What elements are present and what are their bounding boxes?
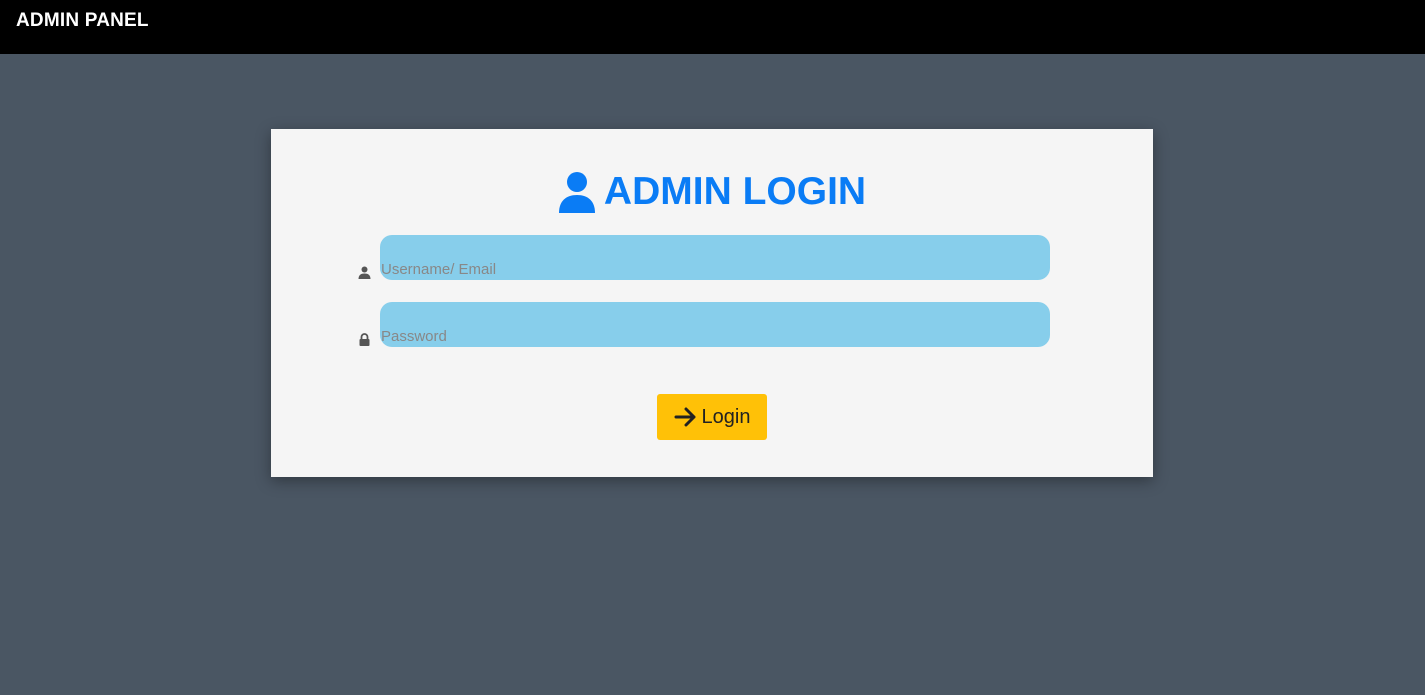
lock-icon xyxy=(359,333,370,346)
password-input[interactable] xyxy=(380,302,1050,347)
user-icon xyxy=(558,172,595,213)
login-heading-text: ADMIN LOGIN xyxy=(603,170,867,213)
top-bar: ADMIN PANEL xyxy=(0,0,1425,54)
login-heading: ADMIN LOGIN xyxy=(271,170,1153,213)
password-placeholder: Password xyxy=(381,328,447,345)
login-button-label: Login xyxy=(701,405,751,428)
user-icon xyxy=(358,266,371,279)
app-title: ADMIN PANEL xyxy=(16,10,149,31)
username-placeholder: Username/ Email xyxy=(381,261,497,278)
login-card: ADMIN LOGIN Username/ Email Password Log… xyxy=(271,129,1153,477)
login-button[interactable]: Login xyxy=(657,394,767,440)
arrow-right-icon xyxy=(674,407,696,427)
